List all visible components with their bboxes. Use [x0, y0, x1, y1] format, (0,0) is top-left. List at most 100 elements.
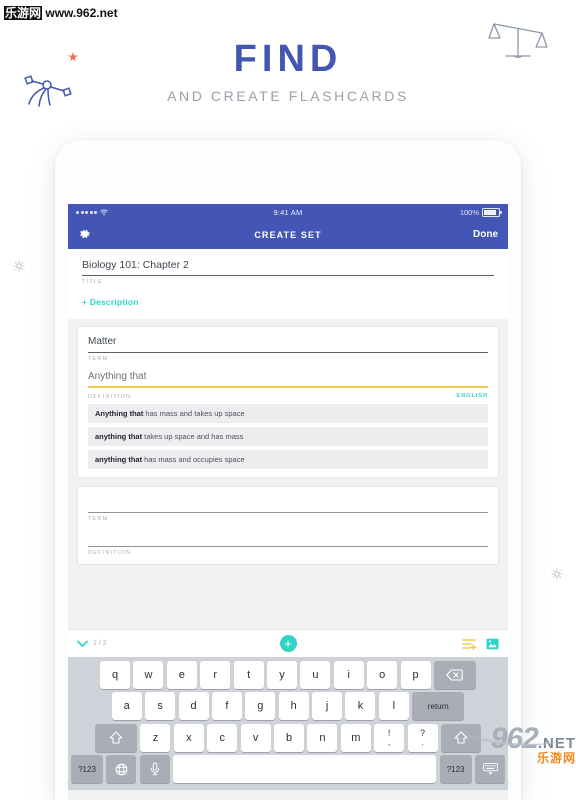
dot-icon [13, 260, 25, 272]
chevron-down-icon[interactable] [77, 640, 88, 648]
set-title-label: TITLE [82, 279, 103, 285]
microphone-icon [150, 762, 159, 776]
set-title-input[interactable]: Biology 101: Chapter 2 [82, 259, 494, 275]
battery-icon [482, 207, 502, 217]
definition-label: DEFINITION [88, 550, 132, 556]
key-y[interactable]: y [267, 661, 297, 689]
suggestion-rest: has mass and occupies space [142, 455, 245, 464]
key-x[interactable]: x [173, 723, 204, 752]
key-a[interactable]: a [111, 692, 142, 721]
definition-underline [88, 546, 488, 547]
key-question-top: ? [420, 727, 426, 738]
term-input[interactable]: Matter [88, 336, 488, 352]
set-title-underline [82, 275, 494, 276]
watermark-bottom: 962 .NET 乐游网 [464, 724, 576, 766]
key-d[interactable]: d [178, 692, 209, 721]
key-j[interactable]: j [312, 692, 343, 721]
key-u[interactable]: u [300, 661, 331, 689]
key-i[interactable]: i [333, 661, 364, 689]
definition-underline-active [88, 386, 488, 388]
delete-icon [446, 669, 464, 681]
key-b[interactable]: b [274, 723, 304, 752]
key-period-bottom: . [421, 737, 424, 747]
nav-title: CREATE SET [254, 229, 322, 240]
on-screen-keyboard[interactable]: q w e r t y u i o p a s d f g h j k l re… [68, 657, 508, 790]
globe-icon [115, 763, 128, 776]
keyboard-row-1: q w e r t y u i o p [71, 661, 505, 689]
return-key[interactable]: return [412, 692, 465, 721]
swoosh-icon [464, 734, 570, 746]
key-p[interactable]: p [400, 661, 431, 689]
status-bar: 9:41 AM 100% [68, 204, 508, 220]
key-g[interactable]: g [245, 692, 276, 721]
space-key[interactable] [173, 755, 437, 784]
key-k[interactable]: k [345, 692, 376, 721]
term-input[interactable] [88, 496, 488, 512]
image-icon[interactable] [486, 638, 499, 650]
keyboard-row-4: ?123 ?123 [71, 755, 505, 784]
card-toolbar: 1 / 2 + [68, 629, 508, 657]
add-rows-icon[interactable] [462, 638, 477, 650]
key-r[interactable]: r [200, 661, 231, 689]
definition-input[interactable]: Anything that [88, 362, 488, 386]
key-h[interactable]: h [278, 692, 309, 721]
key-m[interactable]: m [340, 723, 371, 752]
key-exclaim-comma[interactable]: ! , [374, 723, 405, 752]
suggestion-item[interactable]: anything that takes up space and has mas… [88, 427, 488, 446]
key-o[interactable]: o [367, 661, 398, 689]
term-underline [88, 512, 488, 513]
key-w[interactable]: w [133, 661, 164, 689]
watermark-top-cn: 乐游网 [4, 6, 43, 20]
shift-icon [109, 731, 123, 744]
microphone-key[interactable] [139, 755, 170, 784]
card-list: Matter TERM Anything that DEFINITION ENG… [68, 319, 508, 629]
tablet-device: 9:41 AM 100% CREATE SET Done Biology 101… [55, 140, 521, 800]
watermark-top: 乐游网 www.962.net [4, 4, 118, 21]
atom-icon [24, 75, 72, 107]
key-s[interactable]: s [145, 692, 176, 721]
keyboard-row-2: a s d f g h j k l return [71, 692, 505, 721]
key-z[interactable]: z [140, 723, 171, 752]
key-comma-bottom: , [388, 737, 391, 747]
key-q[interactable]: q [100, 661, 131, 689]
numeric-key-right[interactable]: ?123 [439, 755, 472, 784]
suggestion-rest: has mass and takes up space [143, 409, 245, 418]
flashcard-row[interactable]: TERM DEFINITION [77, 486, 499, 565]
key-f[interactable]: f [211, 692, 242, 721]
device-screen: 9:41 AM 100% CREATE SET Done Biology 101… [68, 204, 508, 800]
nav-bar: CREATE SET Done [68, 220, 508, 249]
add-description-link[interactable]: + Description [82, 297, 494, 307]
definition-label: DEFINITION [88, 394, 132, 400]
key-e[interactable]: e [166, 661, 197, 689]
key-v[interactable]: v [240, 723, 271, 752]
page-subtitle: AND CREATE FLASHCARDS [167, 88, 409, 104]
suggestion-bold: anything that [95, 432, 143, 441]
suggestion-item[interactable]: anything that has mass and occupies spac… [88, 450, 488, 469]
suggestion-item[interactable]: Anything that has mass and takes up spac… [88, 404, 488, 423]
keyboard-row-3: z x c v b n m ! , ? . [71, 723, 505, 752]
definition-meta: DEFINITION ENGLISH [88, 391, 488, 401]
toolbar-right [462, 638, 499, 650]
flashcard-row[interactable]: Matter TERM Anything that DEFINITION ENG… [77, 326, 499, 478]
star-icon [68, 52, 78, 62]
card-counter: 1 / 2 [93, 640, 107, 647]
watermark-top-url: www.962.net [45, 6, 118, 20]
shift-key-left[interactable] [95, 723, 138, 752]
definition-input[interactable] [88, 522, 488, 546]
key-c[interactable]: c [207, 723, 238, 752]
language-label[interactable]: ENGLISH [457, 393, 488, 399]
key-t[interactable]: t [233, 661, 264, 689]
globe-key[interactable] [106, 755, 137, 784]
done-button[interactable]: Done [473, 229, 498, 240]
suggestion-bold: Anything that [95, 409, 144, 418]
key-exclaim-top: ! [387, 727, 391, 738]
gear-icon[interactable] [78, 228, 91, 241]
key-l[interactable]: l [378, 692, 409, 721]
key-n[interactable]: n [307, 723, 338, 752]
key-question-period[interactable]: ? . [407, 723, 438, 752]
add-card-button[interactable]: + [279, 635, 297, 652]
delete-key[interactable] [433, 661, 476, 689]
numeric-key-left[interactable]: ?123 [71, 755, 103, 784]
toolbar-left: 1 / 2 [77, 640, 107, 648]
suggestion-bold: anything that [95, 455, 143, 464]
